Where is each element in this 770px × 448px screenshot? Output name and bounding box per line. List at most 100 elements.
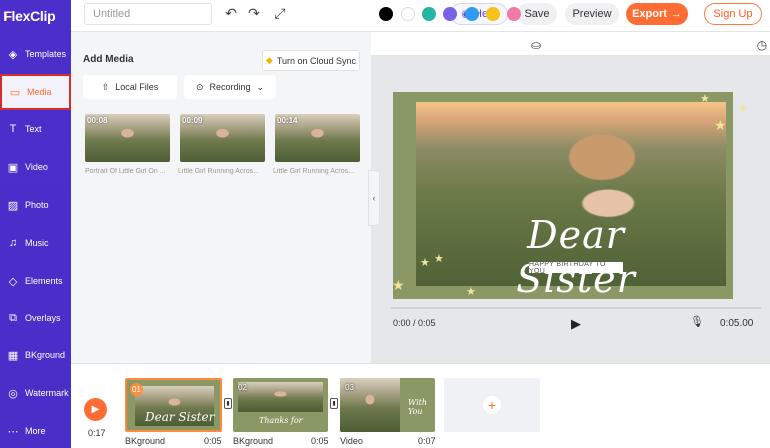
chevron-down-icon: ⌄ xyxy=(256,81,265,92)
transition-icon: ▮ xyxy=(226,401,230,407)
folder-icon: ▭ xyxy=(9,86,21,99)
media-thumbnail[interactable]: 00:08 xyxy=(85,114,170,162)
sidebar-item-label: Text xyxy=(25,124,42,134)
color-swatch-blue[interactable] xyxy=(465,7,479,21)
color-swatch-teal[interactable] xyxy=(422,7,436,21)
sidebar-item-label: Elements xyxy=(25,276,63,286)
scene-number: 01 xyxy=(130,383,143,396)
media-caption: Portrait Of Little Girl On ... xyxy=(85,168,166,175)
scene-type-label: BKground xyxy=(233,436,274,446)
media-thumbnail[interactable]: 00:14 xyxy=(275,114,360,162)
media-caption: Little Girl Running Acros... xyxy=(273,168,354,175)
star-decoration: ★ xyxy=(714,117,727,133)
recording-button[interactable]: ⊙ Recording ⌄ xyxy=(184,75,276,99)
star-decoration: ★ xyxy=(700,93,710,105)
add-scene-button[interactable]: + xyxy=(444,378,540,432)
microphone-icon[interactable]: 🎙 xyxy=(690,315,704,329)
scene-clip[interactable]: 03 With You xyxy=(340,378,435,432)
save-button[interactable]: Save xyxy=(517,3,557,25)
fullscreen-icon[interactable]: ⤢ xyxy=(272,5,288,21)
watermark-icon: ◎ xyxy=(8,387,18,400)
scene-type-label: BKground xyxy=(125,436,166,446)
canvas-title-text[interactable]: Dear Sister xyxy=(466,213,686,301)
total-duration: 0:05.00 xyxy=(720,318,754,329)
sidebar-item-templates[interactable]: ◈ Templates xyxy=(0,36,71,72)
signup-button[interactable]: Sign Up xyxy=(704,3,762,25)
color-swatch-pink[interactable] xyxy=(507,7,521,21)
media-caption: Little Girl Running Acros... xyxy=(178,168,259,175)
preview-button[interactable]: Preview xyxy=(565,3,619,25)
sidebar-item-elements[interactable]: ◇ Elements xyxy=(0,263,71,299)
elements-icon: ◇ xyxy=(8,275,18,288)
background-icon: ▦ xyxy=(7,349,19,362)
scene-clip[interactable]: 01 Dear Sister xyxy=(125,378,222,432)
overlays-icon: ⧉ xyxy=(9,311,17,324)
scene-number: 03 xyxy=(345,383,354,392)
local-files-button[interactable]: ⇧ Local Files xyxy=(83,75,177,99)
arrow-right-icon: → xyxy=(670,8,682,20)
flexclip-logo[interactable]: F FlexClip xyxy=(0,0,71,32)
record-icon: ⊙ xyxy=(195,81,204,92)
sidebar-item-watermark[interactable]: ◎ Watermark xyxy=(0,375,71,411)
color-swatch-yellow[interactable] xyxy=(486,7,500,21)
local-files-label: Local Files xyxy=(115,82,159,92)
paint-bucket-icon[interactable]: ⛀ xyxy=(528,37,544,53)
sidebar: ◈ Templates ▭ Media T Text ▣ Video ▨ Pho… xyxy=(0,32,71,448)
chevron-left-icon: ‹ xyxy=(372,193,376,203)
save-label: Save xyxy=(524,8,550,20)
scene-clip[interactable]: 02 Thanks for xyxy=(233,378,328,432)
sidebar-item-label: Media xyxy=(27,87,52,97)
canvas-subtitle-text[interactable]: HAPPY BIRTHDAY TO YOU xyxy=(529,261,623,275)
media-duration: 00:08 xyxy=(87,116,108,125)
sidebar-item-text[interactable]: T Text xyxy=(0,111,71,147)
scene-overlay-text: Dear Sister xyxy=(145,410,215,424)
layers-icon: ◈ xyxy=(8,48,18,61)
signup-label: Sign Up xyxy=(713,8,753,20)
sidebar-item-bkground[interactable]: ▦ BKground xyxy=(0,337,71,373)
logo-text: FlexClip xyxy=(3,8,56,24)
timeline-play-button[interactable]: ▶ xyxy=(84,398,107,421)
transition-button[interactable]: ▮ xyxy=(224,398,232,409)
scene-number: 02 xyxy=(238,383,247,392)
star-decoration: ★ xyxy=(392,277,405,293)
video-icon: ▣ xyxy=(7,161,19,174)
export-button[interactable]: Export → xyxy=(626,3,688,25)
play-icon[interactable]: ▶ xyxy=(571,316,583,331)
sidebar-item-label: Overlays xyxy=(25,313,61,323)
media-duration: 00:14 xyxy=(277,116,298,125)
sidebar-item-label: Music xyxy=(25,238,49,248)
sidebar-item-music[interactable]: ♫ Music xyxy=(0,225,71,261)
color-toolbar xyxy=(371,32,770,56)
undo-icon[interactable]: ↶ xyxy=(223,5,239,21)
panel-collapse-handle[interactable]: ‹ xyxy=(368,170,380,226)
color-swatch-white[interactable] xyxy=(401,7,415,21)
scene-duration: 0:05 xyxy=(311,436,329,446)
cloud-sync-button[interactable]: ◆ Turn on Cloud Sync xyxy=(262,50,360,71)
preview-label: Preview xyxy=(572,8,612,20)
upload-icon: ⇧ xyxy=(101,81,110,92)
sidebar-item-label: More xyxy=(25,426,46,436)
sidebar-item-media[interactable]: ▭ Media xyxy=(0,74,71,110)
clock-icon[interactable]: ◷ xyxy=(754,37,770,53)
project-title-input[interactable] xyxy=(84,3,212,25)
sidebar-item-label: Video xyxy=(25,162,48,172)
playback-scrubber[interactable] xyxy=(391,307,761,309)
text-icon: T xyxy=(9,123,17,135)
transition-button[interactable]: ▮ xyxy=(330,398,338,409)
color-swatch-black[interactable] xyxy=(379,7,393,21)
sidebar-item-video[interactable]: ▣ Video xyxy=(0,149,71,185)
redo-icon[interactable]: ↷ xyxy=(246,5,262,21)
sidebar-item-overlays[interactable]: ⧉ Overlays xyxy=(0,300,71,336)
color-swatch-purple[interactable] xyxy=(443,7,457,21)
sidebar-item-more[interactable]: ⋯ More xyxy=(0,413,71,448)
star-decoration: ★ xyxy=(738,103,748,115)
plus-icon: + xyxy=(483,396,501,414)
sidebar-item-label: Watermark xyxy=(25,388,69,398)
scene-duration: 0:05 xyxy=(204,436,222,446)
sidebar-item-photo[interactable]: ▨ Photo xyxy=(0,187,71,223)
sidebar-item-label: Templates xyxy=(25,49,67,59)
transition-icon: ▮ xyxy=(332,401,336,407)
music-icon: ♫ xyxy=(8,237,18,249)
media-thumbnail[interactable]: 00:09 xyxy=(180,114,265,162)
sidebar-item-label: Photo xyxy=(25,200,49,210)
